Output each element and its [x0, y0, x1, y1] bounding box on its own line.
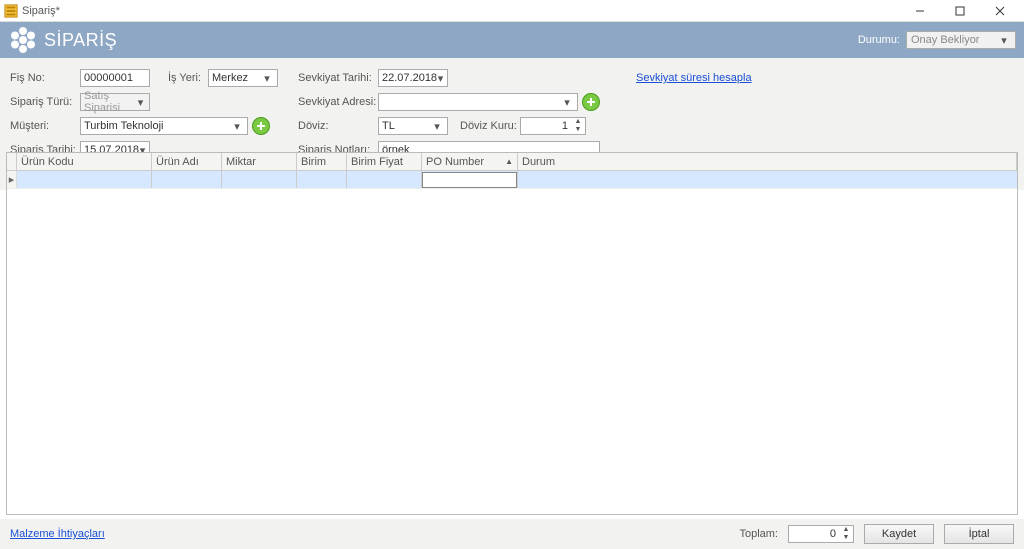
maximize-button[interactable] [940, 1, 980, 21]
col-urun-adi[interactable]: Ürün Adı [152, 153, 222, 170]
sevkiyat-suresi-link[interactable]: Sevkiyat süresi hesapla [636, 72, 752, 84]
isyeri-label: İş Yeri: [168, 72, 208, 84]
siparis-turu-select[interactable]: Satış Siparisi▾ [80, 93, 150, 111]
order-lines-grid[interactable]: Ürün Kodu Ürün Adı Miktar Birim Birim Fi… [6, 152, 1018, 515]
chevron-down-icon: ▾ [260, 72, 274, 85]
sevkiyat-adresi-label: Sevkiyat Adresi: [298, 96, 378, 108]
status-select[interactable]: Onay Bekliyor ▾ [906, 31, 1016, 49]
save-button[interactable]: Kaydet [864, 524, 934, 544]
chevron-down-icon: ▾ [560, 96, 574, 109]
sort-asc-icon: ▲ [505, 157, 513, 166]
chevron-down-icon: ▾ [997, 34, 1011, 47]
musteri-select[interactable]: Turbim Teknoloji▾ [80, 117, 248, 135]
col-birim-fiyat[interactable]: Birim Fiyat [347, 153, 422, 170]
col-urun-kodu[interactable]: Ürün Kodu [17, 153, 152, 170]
add-address-button[interactable] [582, 93, 600, 111]
toplam-input[interactable]: 0 ▲▼ [788, 525, 854, 543]
grid-header: Ürün Kodu Ürün Adı Miktar Birim Birim Fi… [7, 153, 1017, 171]
doviz-kuru-input[interactable]: 1 ▲▼ [520, 117, 586, 135]
grid-body: ▸ [7, 171, 1017, 189]
po-number-editor[interactable] [422, 172, 517, 188]
doviz-label: Döviz: [298, 120, 378, 132]
row-indicator-icon: ▸ [7, 171, 17, 188]
doviz-kuru-label: Döviz Kuru: [460, 120, 520, 132]
col-durum[interactable]: Durum [518, 153, 1017, 170]
status-label: Durumu: [858, 34, 900, 46]
malzeme-ihtiyaclari-link[interactable]: Malzeme İhtiyaçları [10, 528, 105, 540]
fis-no-input[interactable]: 00000001 [80, 69, 150, 87]
siparis-turu-label: Sipariş Türü: [10, 96, 80, 108]
musteri-label: Müşteri: [10, 120, 80, 132]
col-po-number[interactable]: PO Number ▲ [422, 153, 518, 170]
col-birim[interactable]: Birim [297, 153, 347, 170]
minimize-button[interactable] [900, 1, 940, 21]
cancel-button[interactable]: İptal [944, 524, 1014, 544]
spinner-icon[interactable]: ▲▼ [572, 118, 584, 134]
close-button[interactable] [980, 1, 1020, 21]
chevron-down-icon: ▾ [437, 72, 444, 85]
toplam-label: Toplam: [739, 528, 778, 540]
window-title: Sipariş* [22, 5, 900, 17]
sevkiyat-tarihi-label: Sevkiyat Tarihi: [298, 72, 378, 84]
grid-row[interactable]: ▸ [7, 171, 1017, 189]
fis-no-label: Fiş No: [10, 72, 80, 84]
sevkiyat-tarihi-input[interactable]: 22.07.2018▾ [378, 69, 448, 87]
doviz-select[interactable]: TL▾ [378, 117, 448, 135]
isyeri-select[interactable]: Merkez▾ [208, 69, 278, 87]
sevkiyat-adresi-select[interactable]: ▾ [378, 93, 578, 111]
status-area: Durumu: Onay Bekliyor ▾ [858, 31, 1016, 49]
window-buttons [900, 1, 1020, 21]
chevron-down-icon: ▾ [430, 120, 444, 133]
header-ribbon: SİPARİŞ Durumu: Onay Bekliyor ▾ [0, 22, 1024, 58]
col-miktar[interactable]: Miktar [222, 153, 297, 170]
window-titlebar: Sipariş* [0, 0, 1024, 22]
grid-handle-header [7, 153, 17, 170]
page-title: SİPARİŞ [44, 30, 117, 51]
add-customer-button[interactable] [252, 117, 270, 135]
app-icon [4, 4, 18, 18]
status-value: Onay Bekliyor [911, 34, 979, 46]
footer-bar: Malzeme İhtiyaçları Toplam: 0 ▲▼ Kaydet … [0, 519, 1024, 549]
spinner-icon[interactable]: ▲▼ [840, 526, 852, 542]
flower-icon [8, 25, 38, 55]
chevron-down-icon: ▾ [135, 96, 146, 109]
chevron-down-icon: ▾ [230, 120, 244, 133]
